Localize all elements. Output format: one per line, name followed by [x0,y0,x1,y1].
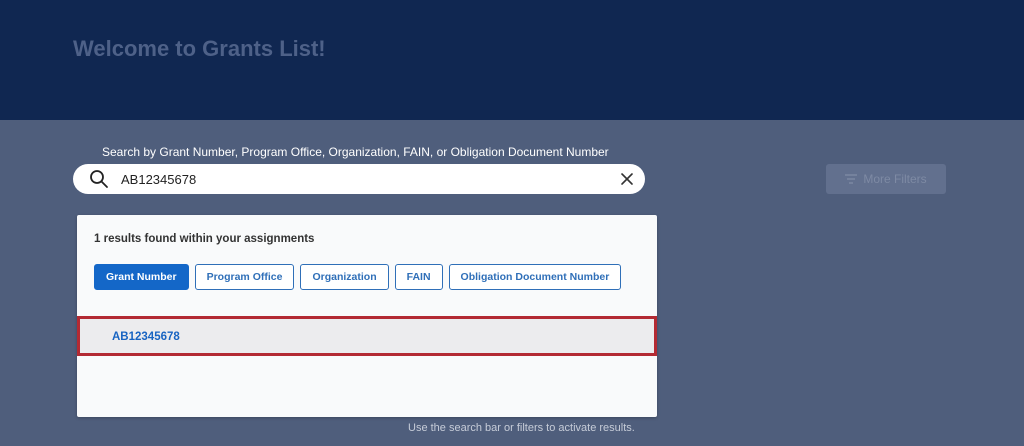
chip-fain[interactable]: FAIN [394,264,443,290]
result-item-label: AB12345678 [112,331,180,343]
chip-program-office[interactable]: Program Office [194,264,295,290]
chip-grant-number[interactable]: Grant Number [94,264,189,290]
page-header: Welcome to Grants List! [0,0,1024,120]
page-title: Welcome to Grants List! [73,36,326,61]
search-label: Search by Grant Number, Program Office, … [102,145,609,159]
more-filters-button[interactable]: More Filters [826,164,946,194]
search-icon [90,170,108,188]
search-results-dropdown: 1 results found within your assignments … [77,215,657,417]
results-count: 1 results found within your assignments [94,233,315,245]
result-item[interactable]: AB12345678 [77,316,657,356]
empty-state-hint: Use the search bar or filters to activat… [408,422,635,434]
chip-organization[interactable]: Organization [300,264,389,290]
filter-chips: Grant Number Program Office Organization… [94,264,622,290]
chip-obligation-document-number[interactable]: Obligation Document Number [448,264,622,290]
search-bar[interactable] [73,164,645,194]
search-input[interactable] [121,169,601,189]
close-icon[interactable] [619,171,635,187]
filter-lines-icon [845,174,858,184]
more-filters-label: More Filters [863,172,927,186]
